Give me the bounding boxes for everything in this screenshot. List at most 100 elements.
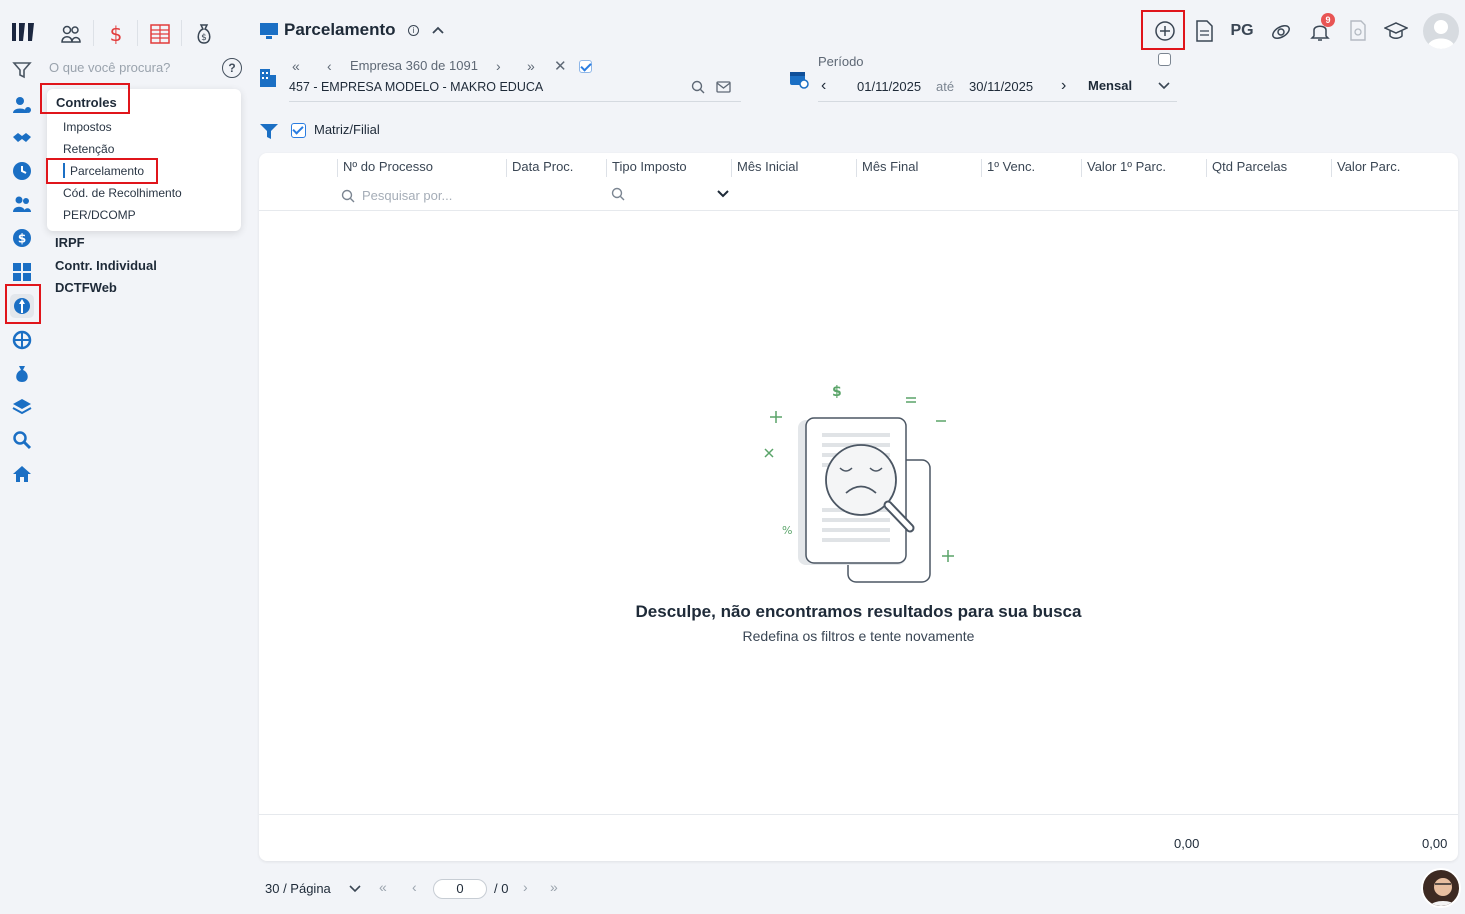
- menu-item-impostos[interactable]: Impostos: [63, 120, 112, 134]
- rail-highlight-box: [5, 284, 41, 324]
- tax-type-search-icon[interactable]: [611, 187, 625, 204]
- left-rail: $: [0, 0, 46, 914]
- total-value-parc: 0,00: [1422, 836, 1448, 851]
- add-button-highlight-box: [1141, 10, 1185, 50]
- empty-state-title: Desculpe, não encontramos resultados par…: [635, 602, 1082, 621]
- menu-item-highlight-box: [46, 158, 158, 184]
- svg-text:%: %: [782, 524, 792, 537]
- pg-button[interactable]: PG: [1229, 18, 1255, 44]
- satellite-icon[interactable]: [1268, 18, 1294, 44]
- current-page-input[interactable]: 0: [433, 879, 487, 899]
- col-header-primeiro-venc[interactable]: 1º Venc.: [981, 159, 1035, 177]
- period-end-input[interactable]: 30/11/2025: [969, 79, 1033, 94]
- dollar-coin-icon[interactable]: $: [10, 226, 34, 250]
- menu-item-contr-individual[interactable]: Contr. Individual: [55, 258, 157, 273]
- app-logo-icon[interactable]: [10, 20, 36, 47]
- svg-text:$: $: [110, 23, 123, 45]
- col-header-numero-processo[interactable]: Nº do Processo: [337, 159, 433, 177]
- first-company-icon[interactable]: «: [292, 58, 300, 74]
- chevron-down-icon[interactable]: [1157, 80, 1171, 95]
- module-separator: [181, 20, 182, 46]
- company-search-icon[interactable]: [691, 80, 705, 97]
- next-period-icon[interactable]: ›: [1061, 77, 1066, 95]
- layers-icon[interactable]: [10, 395, 34, 419]
- period-label: Período: [818, 54, 864, 69]
- col-header-valor-primeira-parc[interactable]: Valor 1º Parc.: [1081, 159, 1166, 177]
- matriz-filial-label: Matriz/Filial: [314, 122, 380, 137]
- monitor-icon: [259, 22, 279, 43]
- filter-row-divider: [259, 210, 1458, 211]
- clear-company-icon[interactable]: ✕: [554, 57, 567, 75]
- svg-text:$: $: [832, 384, 842, 400]
- company-name[interactable]: 457 - EMPRESA MODELO - MAKRO EDUCA: [289, 80, 543, 94]
- calculator-icon[interactable]: [10, 260, 34, 284]
- assistant-avatar[interactable]: [1421, 868, 1461, 908]
- page-size-chevron-icon[interactable]: [348, 883, 362, 898]
- email-icon[interactable]: [716, 81, 731, 96]
- next-page-icon[interactable]: ›: [523, 879, 528, 895]
- chevron-up-icon[interactable]: [430, 22, 446, 41]
- total-value-first-parc: 0,00: [1174, 836, 1200, 851]
- filter-icon[interactable]: [10, 58, 34, 82]
- page-title: Parcelamento: [284, 20, 396, 39]
- matriz-filial-checkbox[interactable]: [291, 123, 306, 138]
- menu-item-retencao[interactable]: Retenção: [63, 142, 114, 156]
- svg-text:$: $: [201, 33, 207, 43]
- empty-state-subtitle: Redefina os filtros e tente novamente: [742, 628, 975, 644]
- menu-item-per-dcomp[interactable]: PER/DCOMP: [63, 208, 136, 222]
- last-company-icon[interactable]: »: [527, 58, 535, 74]
- grid-module-icon[interactable]: [148, 22, 172, 46]
- user-settings-icon[interactable]: [10, 93, 34, 117]
- frequency-select[interactable]: Mensal: [1088, 78, 1132, 93]
- process-search-input[interactable]: Pesquisar por...: [362, 188, 452, 203]
- col-header-mes-final[interactable]: Mês Final: [856, 159, 918, 177]
- globe-icon[interactable]: [10, 328, 34, 352]
- clock-icon[interactable]: [10, 159, 34, 183]
- help-icon[interactable]: ?: [222, 58, 242, 78]
- module-separator: [137, 20, 138, 46]
- no-results-illustration: $ %: [760, 380, 960, 593]
- prev-company-icon[interactable]: ‹: [327, 58, 332, 74]
- menu-item-dctfweb[interactable]: DCTFWeb: [55, 280, 117, 295]
- total-pages-label: / 0: [494, 881, 509, 896]
- report-search-icon[interactable]: [1345, 18, 1371, 44]
- menu-group-highlight-box: [40, 83, 130, 114]
- menu-item-irpf[interactable]: IRPF: [55, 235, 85, 250]
- period-until-label: até: [936, 79, 955, 94]
- col-header-data-proc[interactable]: Data Proc.: [506, 159, 573, 177]
- notification-badge: 9: [1321, 13, 1335, 27]
- menu-item-cod-recolhimento[interactable]: Cód. de Recolhimento: [63, 186, 182, 200]
- users-icon[interactable]: [10, 192, 34, 216]
- info-icon[interactable]: i: [408, 25, 419, 36]
- graduation-cap-icon[interactable]: [1383, 18, 1409, 44]
- dollar-module-icon[interactable]: $: [104, 22, 128, 46]
- first-page-icon[interactable]: «: [379, 879, 387, 895]
- search-icon[interactable]: [10, 428, 34, 452]
- money-bag-icon[interactable]: [10, 362, 34, 386]
- company-underline: [289, 101, 741, 102]
- handshake-icon[interactable]: [10, 126, 34, 150]
- col-header-mes-inicial[interactable]: Mês Inicial: [731, 159, 798, 177]
- col-header-valor-parc[interactable]: Valor Parc.: [1331, 159, 1400, 177]
- footer-divider: [259, 814, 1458, 815]
- period-checkbox[interactable]: [1158, 53, 1171, 66]
- prev-period-icon[interactable]: ‹: [821, 77, 826, 95]
- tax-type-dropdown-icon[interactable]: [716, 188, 730, 203]
- people-module-icon[interactable]: [59, 22, 83, 46]
- money-bag-module-icon[interactable]: $: [192, 22, 216, 46]
- svg-text:$: $: [18, 232, 26, 246]
- user-avatar[interactable]: [1423, 13, 1459, 49]
- funnel-icon[interactable]: [259, 122, 279, 143]
- col-header-qtd-parcelas[interactable]: Qtd Parcelas: [1206, 159, 1287, 177]
- last-page-icon[interactable]: »: [550, 879, 558, 895]
- period-start-input[interactable]: 01/11/2025: [857, 79, 921, 94]
- document-icon[interactable]: [1191, 18, 1217, 44]
- home-icon[interactable]: [10, 462, 34, 486]
- page-size-select[interactable]: 30 / Página: [265, 881, 331, 896]
- prev-page-icon[interactable]: ‹: [412, 879, 417, 895]
- next-company-icon[interactable]: ›: [496, 58, 501, 74]
- col-header-tipo-imposto[interactable]: Tipo Imposto: [606, 159, 687, 177]
- calendar-icon: [789, 69, 809, 92]
- company-select-checkbox[interactable]: [579, 60, 592, 73]
- menu-search-input[interactable]: O que você procura?: [49, 60, 189, 75]
